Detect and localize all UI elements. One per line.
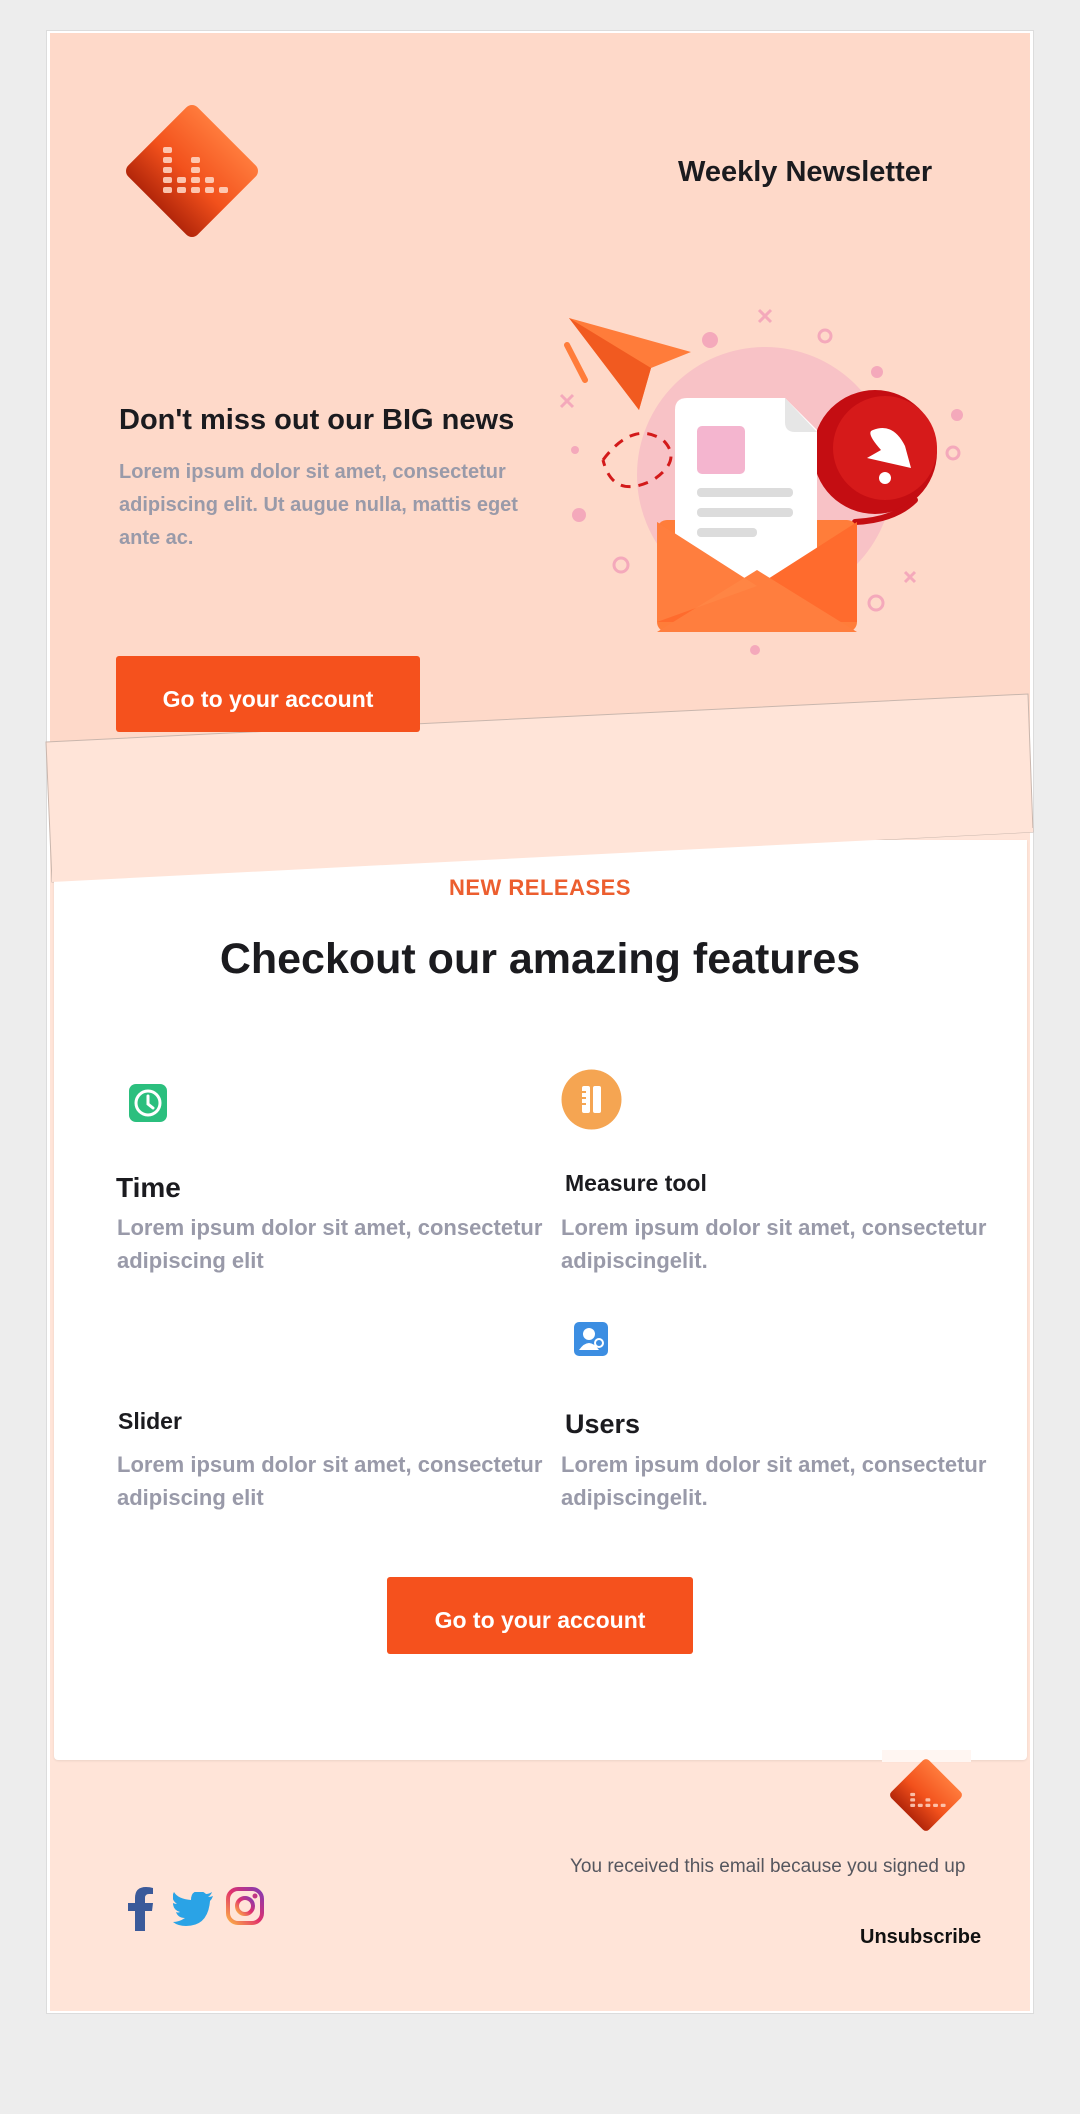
section-eyebrow: NEW RELEASES <box>448 875 632 900</box>
newsletter-envelope-illustration <box>559 308 963 655</box>
feature-title-measure-tool: Measure tool <box>565 1170 707 1196</box>
feature-text-measure-tool: Lorem ipsum dolor sit amet, consectetur … <box>561 1215 987 1273</box>
signup-notice: You received this email because you sign… <box>570 1856 966 1877</box>
feature-title-users: Users <box>565 1409 641 1439</box>
go-to-account-button-features[interactable]: Go to your account <box>387 1577 693 1654</box>
twitter-icon[interactable] <box>173 1892 213 1926</box>
newsletter-title: Weekly Newsletter <box>678 156 933 188</box>
facebook-icon[interactable] <box>126 1887 156 1931</box>
hero-text: Lorem ipsum dolor sit amet, consectetur … <box>119 461 518 549</box>
feature-title-slider: Slider <box>118 1408 182 1434</box>
users-icon <box>574 1322 608 1356</box>
ruler-icon <box>561 1069 622 1130</box>
footer-logo <box>890 1759 962 1831</box>
unsubscribe-link[interactable]: Unsubscribe <box>860 1926 981 1949</box>
section-title: Checkout our amazing features <box>219 935 861 983</box>
feature-text-time: Lorem ipsum dolor sit amet, consectetur … <box>117 1215 543 1273</box>
feature-text-slider: Lorem ipsum dolor sit amet, consectetur … <box>117 1452 543 1510</box>
instagram-icon[interactable] <box>226 1887 264 1925</box>
bar-chart-diamond-logo <box>126 105 258 237</box>
feature-title-time: Time <box>116 1172 181 1203</box>
clock-icon <box>129 1084 167 1122</box>
feature-text-users: Lorem ipsum dolor sit amet, consectetur … <box>561 1452 987 1510</box>
hero-title: Don't miss out our BIG news <box>119 404 515 436</box>
go-to-account-button-hero[interactable]: Go to your account <box>116 656 420 732</box>
